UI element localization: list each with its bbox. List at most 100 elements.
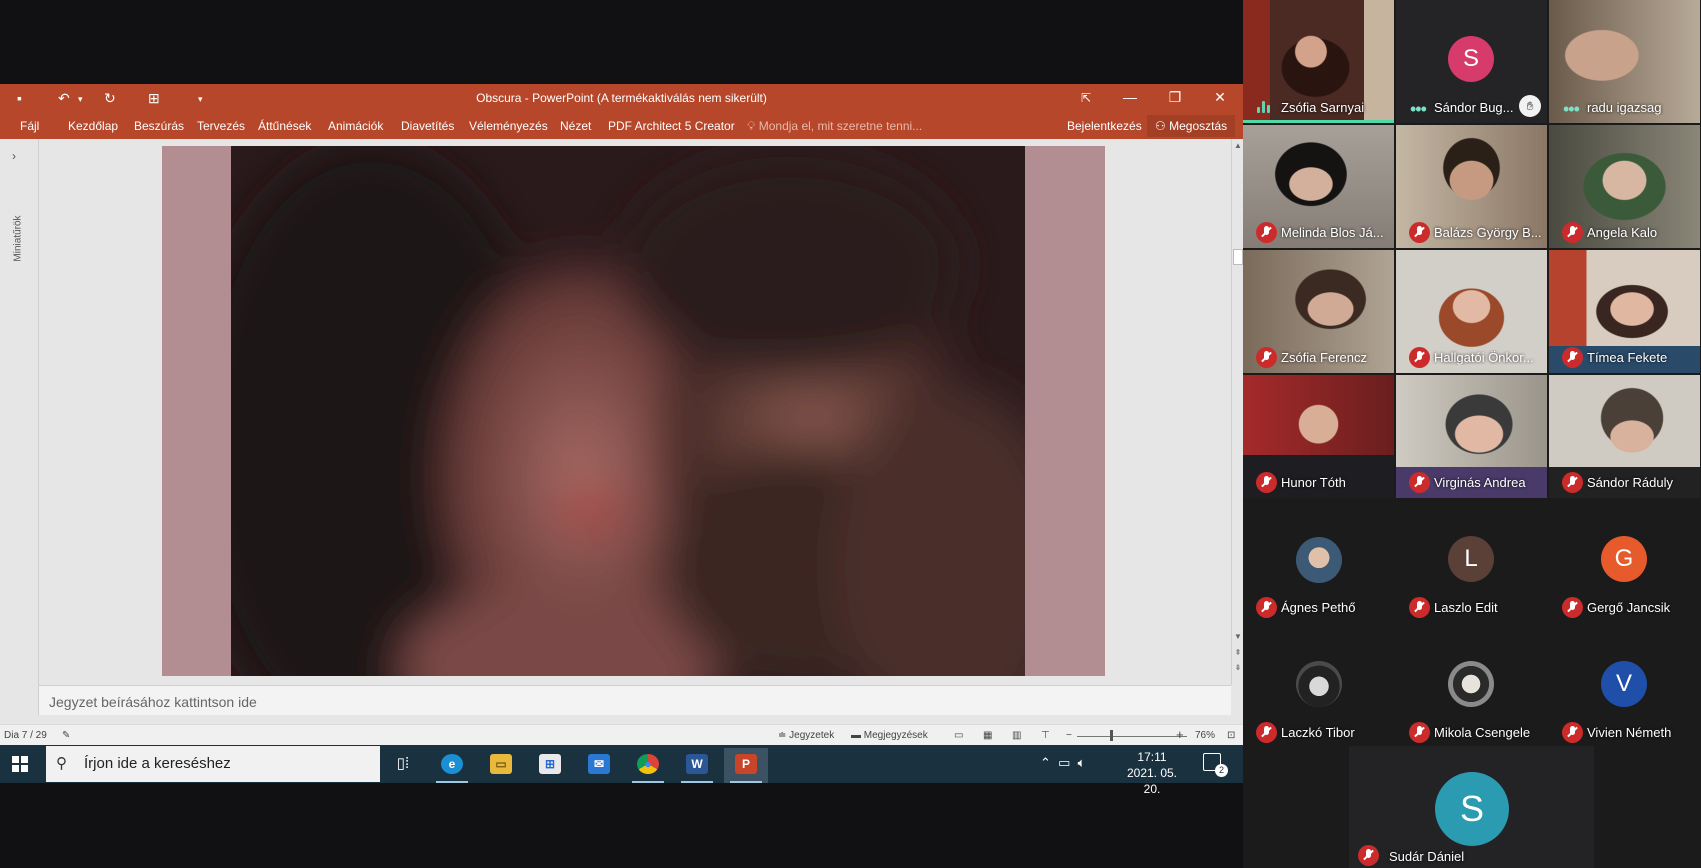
participant-name: Vivien Németh bbox=[1587, 725, 1672, 740]
participant-tile[interactable]: L Laszlo Edit bbox=[1396, 500, 1547, 623]
participant-tile[interactable]: Angela Kalo bbox=[1549, 125, 1700, 248]
tab-animations[interactable]: Animációk bbox=[328, 119, 383, 133]
zoom-out-icon[interactable]: − bbox=[1066, 730, 1072, 741]
notes-icon: ≐ bbox=[778, 730, 787, 741]
participant-tile[interactable]: ••• radu igazsag bbox=[1549, 0, 1700, 123]
scroll-up-icon[interactable]: ▲ bbox=[1233, 141, 1243, 150]
active-speaker-indicator bbox=[1243, 120, 1394, 123]
windows-taskbar: ⚲ Írjon ide a kereséshez ▯⁞ e ▭ ⊞ ✉ ● W … bbox=[0, 745, 1243, 796]
notes-pane[interactable]: Jegyzet beírásához kattintson ide bbox=[39, 685, 1231, 715]
system-tray: ⌃ ▭ 🔈︎ bbox=[1040, 755, 1085, 771]
slide-sorter-icon[interactable]: ▦ bbox=[983, 730, 992, 741]
avatar bbox=[1296, 661, 1342, 707]
title-bar: ▪ ↶ ▾ ↻ ⊞ ▾ Obscura - PowerPoint (A term… bbox=[0, 84, 1243, 113]
chrome-icon[interactable]: ● bbox=[626, 748, 670, 783]
notification-center-icon[interactable]: 2 bbox=[1203, 753, 1228, 777]
participant-tile[interactable]: S ••• Sándor Bug... ✋︎ bbox=[1396, 0, 1547, 123]
clock-time: 17:11 bbox=[1137, 750, 1167, 764]
vertical-scrollbar[interactable]: ▲ ▼ ⇞ ⇟ bbox=[1231, 139, 1243, 685]
store-icon[interactable]: ⊞ bbox=[528, 748, 572, 783]
thumbnails-label: Miniatűrök bbox=[12, 215, 24, 262]
participant-name: Gergő Jancsik bbox=[1587, 600, 1671, 615]
volume-icon[interactable]: 🔈︎ bbox=[1078, 755, 1086, 770]
participant-tile[interactable]: Tímea Fekete bbox=[1549, 250, 1700, 373]
file-explorer-icon[interactable]: ▭ bbox=[479, 748, 523, 783]
scroll-down-icon[interactable]: ▼ bbox=[1233, 632, 1243, 641]
fit-slide-icon[interactable]: ⊡ bbox=[1227, 730, 1235, 741]
avatar: S bbox=[1435, 772, 1509, 846]
chevron-up-icon[interactable]: ⌃ bbox=[1040, 755, 1051, 770]
zoom-in-icon[interactable]: + bbox=[1176, 727, 1184, 742]
spellcheck-icon[interactable]: ✎ bbox=[62, 730, 70, 741]
tab-view[interactable]: Nézet bbox=[560, 119, 591, 133]
zoom-level[interactable]: 76% bbox=[1195, 730, 1215, 741]
participant-name: Melinda Blos Já... bbox=[1281, 225, 1384, 240]
participant-tile[interactable]: Balázs György B... bbox=[1396, 125, 1547, 248]
share-button[interactable]: ⚇ Megosztás bbox=[1147, 115, 1236, 137]
next-slide-icon[interactable]: ⇟ bbox=[1233, 663, 1243, 672]
tab-review[interactable]: Véleményezés bbox=[469, 119, 548, 133]
task-view-icon[interactable]: ▯⁞ bbox=[381, 748, 425, 783]
tab-insert[interactable]: Beszúrás bbox=[134, 119, 184, 133]
taskbar-search-box[interactable]: ⚲ Írjon ide a kereséshez bbox=[46, 746, 380, 782]
minimize-icon[interactable]: — bbox=[1115, 89, 1145, 105]
restore-icon[interactable]: ❐ bbox=[1160, 89, 1190, 106]
notes-toggle[interactable]: ≐ Jegyzetek bbox=[778, 730, 834, 741]
participant-tile[interactable]: Hallgatói Önkor... bbox=[1396, 250, 1547, 373]
comment-icon: ▬ bbox=[851, 730, 861, 741]
reading-view-icon[interactable]: ▥ bbox=[1012, 730, 1021, 741]
participant-name: Sudár Dániel bbox=[1389, 849, 1465, 864]
battery-icon[interactable]: ▭ bbox=[1058, 755, 1070, 770]
participant-tile[interactable]: Mikola Csengele bbox=[1396, 625, 1547, 748]
participant-name: Tímea Fekete bbox=[1587, 350, 1668, 365]
powerpoint-icon[interactable]: P bbox=[724, 748, 768, 783]
edge-icon[interactable]: e bbox=[430, 748, 474, 783]
ribbon-tabs: Fájl Kezdőlap Beszúrás Tervezés Áttűnése… bbox=[0, 113, 1243, 139]
tab-file[interactable]: Fájl bbox=[20, 119, 39, 133]
participant-name: Virginás Andrea bbox=[1434, 475, 1526, 490]
participant-tile[interactable]: Sándor Ráduly bbox=[1549, 375, 1700, 498]
document-title: Obscura - PowerPoint (A termékaktiválás … bbox=[476, 91, 767, 105]
expand-thumbnails-icon[interactable]: › bbox=[12, 149, 16, 163]
tab-home[interactable]: Kezdőlap bbox=[68, 119, 118, 133]
zoom-slider-knob[interactable] bbox=[1110, 730, 1113, 741]
comments-toggle[interactable]: ▬ Megjegyzések bbox=[851, 730, 928, 741]
sign-in-link[interactable]: Bejelentkezés bbox=[1067, 119, 1142, 133]
participant-tile[interactable]: Zsófia Ferencz bbox=[1243, 250, 1394, 373]
participant-tile[interactable]: S Sudár Dániel bbox=[1349, 746, 1594, 868]
participant-name: Hallgatói Önkor... bbox=[1434, 350, 1534, 365]
participant-name: Hunor Tóth bbox=[1281, 475, 1346, 490]
taskbar-clock[interactable]: 17:11 2021. 05. 20. bbox=[1117, 749, 1187, 797]
participant-tile[interactable]: Zsófia Sarnyai bbox=[1243, 0, 1394, 123]
tab-transitions[interactable]: Áttűnések bbox=[258, 119, 311, 133]
normal-view-icon[interactable]: ▭ bbox=[954, 730, 963, 741]
participant-name: Laszlo Edit bbox=[1434, 600, 1498, 615]
current-slide[interactable] bbox=[162, 146, 1105, 676]
ribbon-display-icon[interactable]: ⇱ bbox=[1071, 91, 1101, 105]
participant-tile[interactable]: Virginás Andrea bbox=[1396, 375, 1547, 498]
previous-slide-icon[interactable]: ⇞ bbox=[1233, 648, 1243, 657]
windows-start-icon[interactable] bbox=[12, 756, 28, 772]
slideshow-icon[interactable]: ⊤ bbox=[1041, 730, 1050, 741]
tell-me-search[interactable]: 💡︎ Mondja el, mit szeretne tenni... bbox=[747, 119, 922, 134]
tab-pdf-architect[interactable]: PDF Architect 5 Creator bbox=[608, 119, 735, 133]
participant-name: Balázs György B... bbox=[1434, 225, 1542, 240]
participant-tile[interactable]: V Vivien Németh bbox=[1549, 625, 1700, 748]
participant-name: Zsófia Ferencz bbox=[1281, 350, 1367, 365]
participant-tile[interactable]: Hunor Tóth bbox=[1243, 375, 1394, 498]
participant-tile[interactable]: Ágnes Pethő bbox=[1243, 500, 1394, 623]
participant-name: Mikola Csengele bbox=[1434, 725, 1531, 740]
tab-slideshow[interactable]: Diavetítés bbox=[401, 119, 454, 133]
mail-icon[interactable]: ✉ bbox=[577, 748, 621, 783]
close-icon[interactable]: ✕ bbox=[1205, 89, 1235, 106]
scroll-thumb[interactable] bbox=[1233, 249, 1243, 265]
word-icon[interactable]: W bbox=[675, 748, 719, 783]
participant-tile[interactable]: G Gergő Jancsik bbox=[1549, 500, 1700, 623]
slide-counter: Dia 7 / 29 bbox=[4, 730, 47, 741]
tab-design[interactable]: Tervezés bbox=[197, 119, 245, 133]
participant-name: Angela Kalo bbox=[1587, 225, 1658, 240]
participant-tile[interactable]: Melinda Blos Já... bbox=[1243, 125, 1394, 248]
zoom-slider[interactable] bbox=[1077, 736, 1187, 737]
participant-gallery: Zsófia Sarnyai S ••• Sándor Bug... ✋︎ ••… bbox=[1243, 0, 1701, 868]
participant-tile[interactable]: Laczkó Tibor bbox=[1243, 625, 1394, 748]
